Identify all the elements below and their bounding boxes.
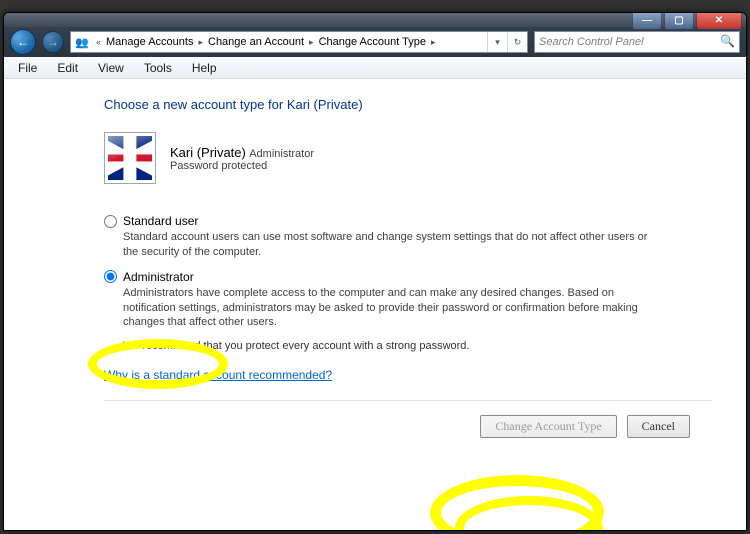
forward-button[interactable]: → [42, 31, 64, 53]
close-button[interactable]: ✕ [696, 12, 742, 29]
account-summary: Kari (Private) Administrator Password pr… [104, 132, 712, 184]
account-info: Kari (Private) Administrator Password pr… [170, 145, 314, 172]
button-row: Change Account Type Cancel [104, 401, 712, 438]
menu-file[interactable]: File [10, 59, 45, 77]
avatar [104, 132, 156, 184]
option-administrator: Administrator Administrators have comple… [104, 270, 712, 331]
user-accounts-icon: 👥 [74, 34, 90, 50]
menu-edit[interactable]: Edit [49, 59, 86, 77]
control-panel-window: Microsoft Security Essentials — ▢ ✕ ← → … [3, 12, 747, 531]
page-title: Choose a new account type for Kari (Priv… [104, 97, 712, 112]
back-button[interactable]: ← [10, 29, 36, 55]
search-placeholder: Search Control Panel [539, 36, 644, 48]
chevron-right-icon: ▸ [428, 37, 439, 48]
menu-view[interactable]: View [90, 59, 132, 77]
search-icon: 🔍 [720, 34, 735, 48]
radio-standard-user[interactable]: Standard user [104, 214, 712, 228]
breadcrumb-change-type[interactable]: Change Account Type [317, 36, 428, 48]
chevron-right-icon: ▸ [195, 37, 206, 48]
search-input[interactable]: Search Control Panel 🔍 [534, 31, 740, 53]
radio-administrator[interactable]: Administrator [104, 270, 712, 284]
radio-administrator-input[interactable] [104, 270, 117, 283]
breadcrumb-prefix: « [93, 37, 104, 47]
content-pane: Choose a new account type for Kari (Priv… [4, 79, 746, 499]
chevron-down-icon: ▾ [495, 37, 500, 48]
option-description: Administrators have complete access to t… [123, 286, 663, 331]
breadcrumb-manage-accounts[interactable]: Manage Accounts [104, 36, 195, 48]
account-name: Kari (Private) [170, 145, 246, 160]
menu-tools[interactable]: Tools [136, 59, 180, 77]
refresh-icon: ↻ [514, 37, 522, 48]
why-standard-link[interactable]: Why is a standard account recommended? [104, 368, 332, 382]
option-standard-user: Standard user Standard account users can… [104, 214, 712, 260]
breadcrumb-change-account[interactable]: Change an Account [206, 36, 306, 48]
option-label: Standard user [123, 214, 198, 228]
circle-annotation [430, 475, 604, 531]
minimize-button[interactable]: — [632, 12, 662, 29]
option-label: Administrator [123, 270, 194, 284]
account-role: Administrator [249, 148, 314, 160]
uk-flag-icon [108, 136, 152, 180]
arrow-right-icon: → [47, 35, 59, 49]
refresh-button[interactable]: ↻ [507, 32, 527, 52]
recommendation-text: We recommend that you protect every acco… [123, 340, 712, 352]
menu-bar: File Edit View Tools Help [4, 57, 746, 79]
titlebar[interactable]: — ▢ ✕ [4, 13, 746, 27]
change-account-type-button[interactable]: Change Account Type [480, 415, 616, 438]
maximize-button[interactable]: ▢ [664, 12, 694, 29]
option-description: Standard account users can use most soft… [123, 230, 663, 260]
nav-toolbar: ← → 👥 « Manage Accounts ▸ Change an Acco… [4, 27, 746, 57]
cancel-button[interactable]: Cancel [627, 415, 690, 438]
radio-standard-user-input[interactable] [104, 215, 117, 228]
account-password-status: Password protected [170, 160, 314, 172]
arrow-left-icon: ← [17, 35, 29, 49]
menu-help[interactable]: Help [184, 59, 225, 77]
chevron-right-icon: ▸ [306, 37, 317, 48]
address-dropdown-button[interactable]: ▾ [487, 32, 507, 52]
address-bar[interactable]: 👥 « Manage Accounts ▸ Change an Account … [70, 31, 528, 53]
